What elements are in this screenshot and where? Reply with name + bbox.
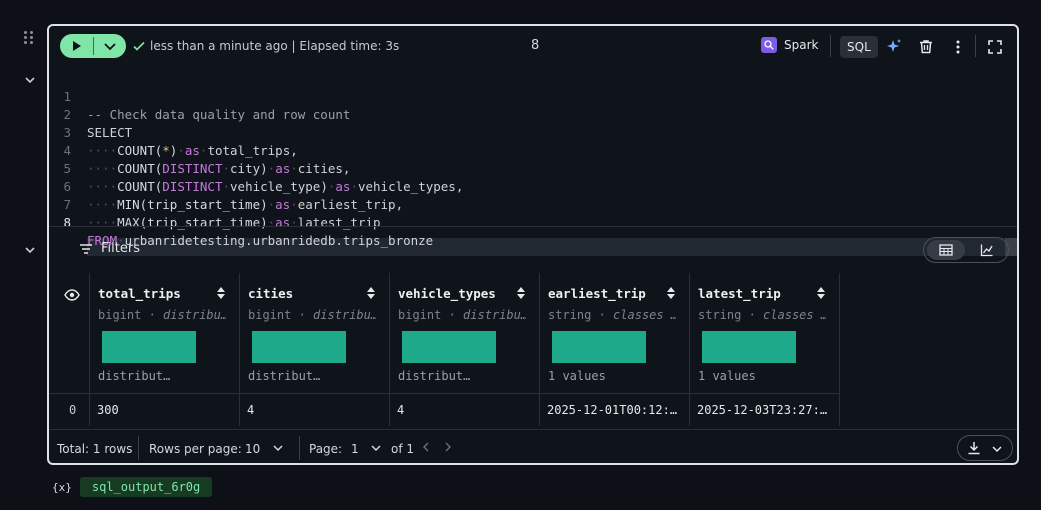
more-options-icon[interactable]	[949, 38, 967, 56]
table-cell[interactable]: 4	[397, 403, 404, 417]
column-header[interactable]: total_trips bigint · distribu… distribut…	[89, 273, 239, 393]
execution-status: less than a minute ago | Elapsed time: 3…	[132, 39, 399, 53]
execution-count: 8	[531, 38, 540, 53]
previous-page-icon[interactable]	[421, 441, 431, 456]
distribution-bar[interactable]	[102, 331, 196, 363]
code-line: 1 -- Check data quality and row count	[63, 89, 351, 122]
code-line: 4 ····COUNT(DISTINCT·city)·as·cities,	[63, 143, 351, 176]
run-button-group	[60, 34, 126, 58]
chevron-down-icon	[992, 446, 1002, 453]
spark-icon	[761, 37, 777, 53]
code-line: 5 ····COUNT(DISTINCT·vehicle_type)·as·ve…	[63, 161, 464, 194]
table-row[interactable]: 0 300 4 4 2025-12-01T00:12:… 2025-12-03T…	[49, 394, 839, 426]
code-line: 7 ····MAX(trip_start_time)·as·latest_tri…	[63, 197, 381, 230]
column-header[interactable]: cities bigint · distribu… distribut…	[239, 273, 389, 393]
check-icon	[133, 41, 145, 51]
run-cell-button[interactable]	[60, 34, 93, 58]
code-line: 3 ····COUNT(*)·as·total_trips,	[63, 125, 298, 158]
column-visibility-icon[interactable]	[64, 287, 80, 307]
sort-icon[interactable]	[815, 285, 827, 305]
engine-selector[interactable]: Spark	[761, 37, 818, 53]
code-line: 2 SELECT	[63, 107, 133, 140]
table-footer: Total: 1 rows Rows per page: 10 Page: 1 …	[49, 430, 1017, 463]
collapse-code-chevron-icon[interactable]	[22, 72, 38, 88]
rows-per-page-label: Rows per page:	[149, 442, 242, 456]
distribution-bar[interactable]	[552, 331, 646, 363]
output-variable: {x} sql_output_6r0g	[52, 477, 213, 497]
code-line-active: 8 FROM·urbanridetesting.urbanridedb.trip…	[63, 215, 434, 248]
filters-button[interactable]: Filters	[79, 241, 140, 256]
sort-icon[interactable]	[515, 285, 527, 305]
distribution-bar[interactable]	[252, 331, 346, 363]
collapse-output-chevron-icon[interactable]	[22, 242, 38, 258]
drag-handle-icon[interactable]	[23, 30, 37, 46]
table-cell[interactable]: 2025-12-01T00:12:…	[547, 403, 677, 417]
download-icon	[968, 442, 980, 455]
language-badge[interactable]: SQL	[840, 36, 878, 58]
filter-icon	[80, 243, 92, 254]
column-header[interactable]: vehicle_types bigint · distribu… distrib…	[389, 273, 539, 393]
chevron-down-icon	[371, 445, 381, 452]
page-of: of 1	[391, 442, 415, 456]
expand-fullscreen-icon[interactable]	[986, 38, 1004, 56]
code-line: 6 ····MIN(trip_start_time)·as·earliest_t…	[63, 179, 404, 212]
sort-icon[interactable]	[665, 285, 677, 305]
chevron-down-icon	[273, 445, 283, 452]
filters-label: Filters	[101, 241, 140, 256]
page-select[interactable]: 1	[351, 442, 382, 456]
notebook-cell[interactable]: less than a minute ago | Elapsed time: 3…	[47, 24, 1019, 465]
next-page-icon[interactable]	[443, 441, 453, 456]
trash-icon[interactable]	[917, 38, 935, 56]
variable-icon: {x}	[52, 480, 72, 494]
distribution-bar[interactable]	[402, 331, 496, 363]
column-header[interactable]: latest_trip string · classes … 1 values	[689, 273, 839, 393]
row-index: 0	[69, 403, 77, 417]
code-editor[interactable]: 1 -- Check data quality and row count 2 …	[49, 68, 1017, 256]
engine-label: Spark	[784, 38, 819, 52]
table-cell[interactable]: 4	[247, 403, 254, 417]
sort-icon[interactable]	[365, 285, 377, 305]
chart-view-icon[interactable]	[968, 240, 1006, 260]
cell-toolbar: less than a minute ago | Elapsed time: 3…	[49, 26, 1017, 68]
status-text: less than a minute ago | Elapsed time: 3…	[150, 39, 400, 53]
table-view-icon[interactable]	[927, 240, 965, 260]
column-header[interactable]: earliest_trip string · classes … 1 value…	[539, 273, 689, 393]
output-variable-name[interactable]: sql_output_6r0g	[79, 477, 213, 497]
page-label: Page:	[309, 442, 343, 456]
ai-sparkle-icon[interactable]	[885, 38, 903, 56]
distribution-bar[interactable]	[702, 331, 796, 363]
table-cell[interactable]: 2025-12-03T23:27:…	[697, 403, 827, 417]
sort-icon[interactable]	[215, 285, 227, 305]
table-cell[interactable]: 300	[97, 403, 119, 417]
total-rows: Total: 1 rows	[57, 442, 133, 456]
view-toggle	[923, 237, 1009, 263]
run-options-chevron-icon[interactable]	[94, 34, 126, 58]
rows-per-page-select[interactable]: 10	[245, 442, 284, 456]
download-button[interactable]	[957, 435, 1013, 461]
